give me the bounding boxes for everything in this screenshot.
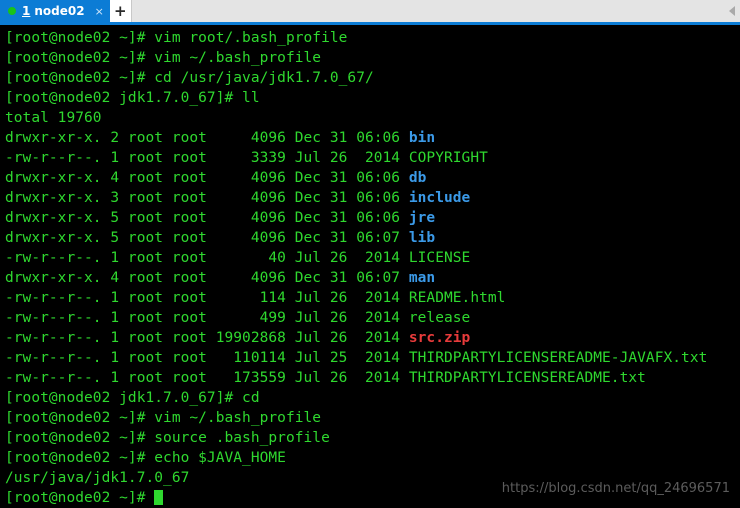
listing-row-meta: -rw-r--r--. 1 root root 114 Jul 26 2014 [5,290,409,306]
listing-row-meta: drwxr-xr-x. 4 root root 4096 Dec 31 06:0… [5,170,409,186]
listing-row: -rw-r--r--. 1 root root 40 Jul 26 2014 L… [5,248,707,268]
listing-row-name: bin [408,130,436,146]
listing-row: drwxr-xr-x. 4 root root 4096 Dec 31 06:0… [5,268,707,288]
listing-row-meta: -rw-r--r--. 1 root root 40 Jul 26 2014 [5,250,409,266]
tab-scroll-left-icon[interactable] [724,0,740,22]
tab-bar-empty-area [131,0,724,22]
listing-row-meta: drwxr-xr-x. 2 root root 4096 Dec 31 06:0… [5,130,409,146]
listing-row: -rw-r--r--. 1 root root 110114 Jul 25 20… [5,348,707,368]
terminal-line: [root@node02 ~]# vim root/.bash_profile [5,28,707,48]
terminal-line: total 19760 [5,108,707,128]
listing-row: drwxr-xr-x. 4 root root 4096 Dec 31 06:0… [5,168,707,188]
tab-node02[interactable]: 1 node02 × [0,0,110,22]
listing-row-name: THIRDPARTYLICENSEREADME-JAVAFX.txt [408,350,708,366]
tab-index-label: 1 [22,4,31,18]
listing-row-meta: drwxr-xr-x. 5 root root 4096 Dec 31 06:0… [5,210,409,226]
listing-row-meta: drwxr-xr-x. 4 root root 4096 Dec 31 06:0… [5,270,409,286]
listing-row-name: db [408,170,427,186]
block-cursor [154,490,164,505]
terminal-line: [root@node02 ~]# vim ~/.bash_profile [5,408,707,428]
listing-row: -rw-r--r--. 1 root root 499 Jul 26 2014 … [5,308,707,328]
listing-row-name: COPYRIGHT [408,150,488,166]
terminal-line-text: [root@node02 ~]# echo $JAVA_HOME [5,450,286,466]
listing-row: -rw-r--r--. 1 root root 173559 Jul 26 20… [5,368,707,388]
listing-row-name: man [408,270,436,286]
terminal-line-text: [root@node02 jdk1.7.0_67]# cd [5,390,260,406]
listing-row: drwxr-xr-x. 2 root root 4096 Dec 31 06:0… [5,128,707,148]
listing-row: -rw-r--r--. 1 root root 114 Jul 26 2014 … [5,288,707,308]
terminal-line-text: [root@node02 jdk1.7.0_67]# ll [5,90,260,106]
terminal-line-text: total 19760 [5,110,102,126]
listing-row-name: lib [408,230,436,246]
tab-bar: 1 node02 × + [0,0,740,22]
listing-row-name: jre [408,210,436,226]
listing-row-name: include [408,190,471,206]
listing-row-meta: -rw-r--r--. 1 root root 19902868 Jul 26 … [5,330,409,346]
terminal-line-text: /usr/java/jdk1.7.0_67 [5,470,190,486]
terminal-line-text: [root@node02 ~]# source .bash_profile [5,430,330,446]
listing-row: drwxr-xr-x. 3 root root 4096 Dec 31 06:0… [5,188,707,208]
listing-row-name: THIRDPARTYLICENSEREADME.txt [408,370,646,386]
listing-row-meta: drwxr-xr-x. 5 root root 4096 Dec 31 06:0… [5,230,409,246]
tab-close-icon[interactable]: × [95,6,104,17]
terminal-line-text: [root@node02 ~]# vim ~/.bash_profile [5,50,322,66]
terminal-line-text: [root@node02 ~]# vim ~/.bash_profile [5,410,322,426]
listing-row-name: README.html [408,290,506,306]
terminal-line-text: [root@node02 ~]# vim root/.bash_profile [5,30,348,46]
terminal-window: 1 node02 × + [root@node02 ~]# vim root/.… [0,0,740,508]
listing-row-name: src.zip [408,330,471,346]
watermark-text: https://blog.csdn.net/qq_24696571 [501,481,730,496]
terminal-line-text: [root@node02 ~]# cd /usr/java/jdk1.7.0_6… [5,70,374,86]
listing-row-meta: -rw-r--r--. 1 root root 110114 Jul 25 20… [5,350,409,366]
listing-row-meta: drwxr-xr-x. 3 root root 4096 Dec 31 06:0… [5,190,409,206]
listing-row-meta: -rw-r--r--. 1 root root 499 Jul 26 2014 [5,310,409,326]
listing-row-meta: -rw-r--r--. 1 root root 173559 Jul 26 20… [5,370,409,386]
terminal-line: [root@node02 ~]# echo $JAVA_HOME [5,448,707,468]
terminal-output: [root@node02 ~]# vim root/.bash_profile [… [5,28,707,508]
listing-row-meta: -rw-r--r--. 1 root root 3339 Jul 26 2014 [5,150,409,166]
listing-row-name: LICENSE [408,250,471,266]
terminal-line: [root@node02 ~]# cd /usr/java/jdk1.7.0_6… [5,68,707,88]
terminal-prompt-text: [root@node02 ~]# [5,490,155,506]
terminal-screen[interactable]: [root@node02 ~]# vim root/.bash_profile [… [0,25,740,508]
terminal-line: [root@node02 ~]# source .bash_profile [5,428,707,448]
listing-row-name: release [408,310,471,326]
tab-status-dot-icon [8,7,16,15]
listing-row: drwxr-xr-x. 5 root root 4096 Dec 31 06:0… [5,208,707,228]
listing-row: -rw-r--r--. 1 root root 19902868 Jul 26 … [5,328,707,348]
listing-row: drwxr-xr-x. 5 root root 4096 Dec 31 06:0… [5,228,707,248]
terminal-line: [root@node02 ~]# vim ~/.bash_profile [5,48,707,68]
listing-row: -rw-r--r--. 1 root root 3339 Jul 26 2014… [5,148,707,168]
terminal-line: [root@node02 jdk1.7.0_67]# cd [5,388,707,408]
new-tab-button[interactable]: + [109,0,132,22]
tab-title-label: node02 [34,4,85,18]
terminal-line: [root@node02 jdk1.7.0_67]# ll [5,88,707,108]
